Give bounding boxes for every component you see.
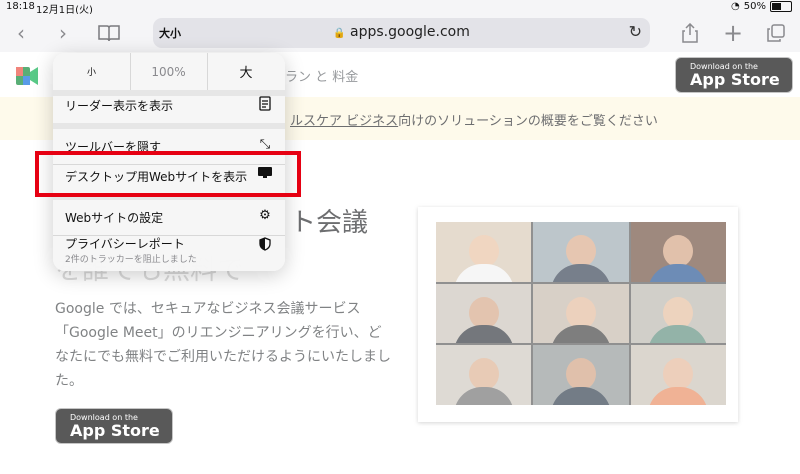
status-time: 18:18 — [6, 1, 35, 12]
share-icon[interactable] — [677, 20, 703, 46]
url-text: 🔒 apps.google.com — [153, 24, 650, 40]
zoom-in-button[interactable]: 大 — [207, 53, 285, 90]
wifi-icon: ◔ — [731, 1, 740, 12]
reader-icon — [257, 96, 273, 115]
menu-item-label: Webサイトの設定 — [65, 211, 164, 225]
plus-icon[interactable]: + — [720, 19, 746, 47]
menu-item-sublabel: 2件のトラッカーを阻止しました — [65, 255, 197, 265]
red-highlight-box — [35, 151, 301, 197]
browser-toolbar: ‹ › 大小 🔒 apps.google.com ↻ + — [0, 14, 800, 53]
url-label: apps.google.com — [350, 24, 470, 40]
zoom-out-button[interactable]: 小 — [53, 53, 131, 90]
lock-icon: 🔒 — [333, 28, 346, 39]
shield-icon — [257, 237, 273, 255]
menu-item-reader[interactable]: リーダー表示を表示 — [53, 88, 285, 124]
arrows-diagonal-icon: ⤡ — [259, 137, 271, 152]
gear-icon: ⚙ — [259, 208, 271, 223]
zoom-row: 小 100% 大 — [53, 53, 285, 91]
status-right: ◔ 50% — [731, 1, 792, 12]
menu-item-label: プライバシーレポート — [65, 237, 185, 251]
battery-icon — [770, 1, 792, 12]
zoom-percent[interactable]: 100% — [130, 53, 208, 90]
menu-item-label: リーダー表示を表示 — [65, 99, 174, 113]
chevron-right-icon[interactable]: › — [50, 20, 76, 46]
reload-icon[interactable]: ↻ — [629, 22, 642, 41]
status-bar: 18:18 12月1日(火) ◔ 50% — [0, 0, 800, 16]
menu-item-privacy-report[interactable]: プライバシーレポート 2件のトラッカーを阻止しました — [53, 229, 285, 271]
battery-percent: 50% — [743, 1, 766, 12]
tabs-icon[interactable] — [763, 20, 789, 46]
chevron-left-icon[interactable]: ‹ — [8, 20, 34, 46]
address-bar[interactable]: 大小 🔒 apps.google.com ↻ — [153, 18, 650, 48]
book-icon[interactable] — [96, 20, 122, 46]
